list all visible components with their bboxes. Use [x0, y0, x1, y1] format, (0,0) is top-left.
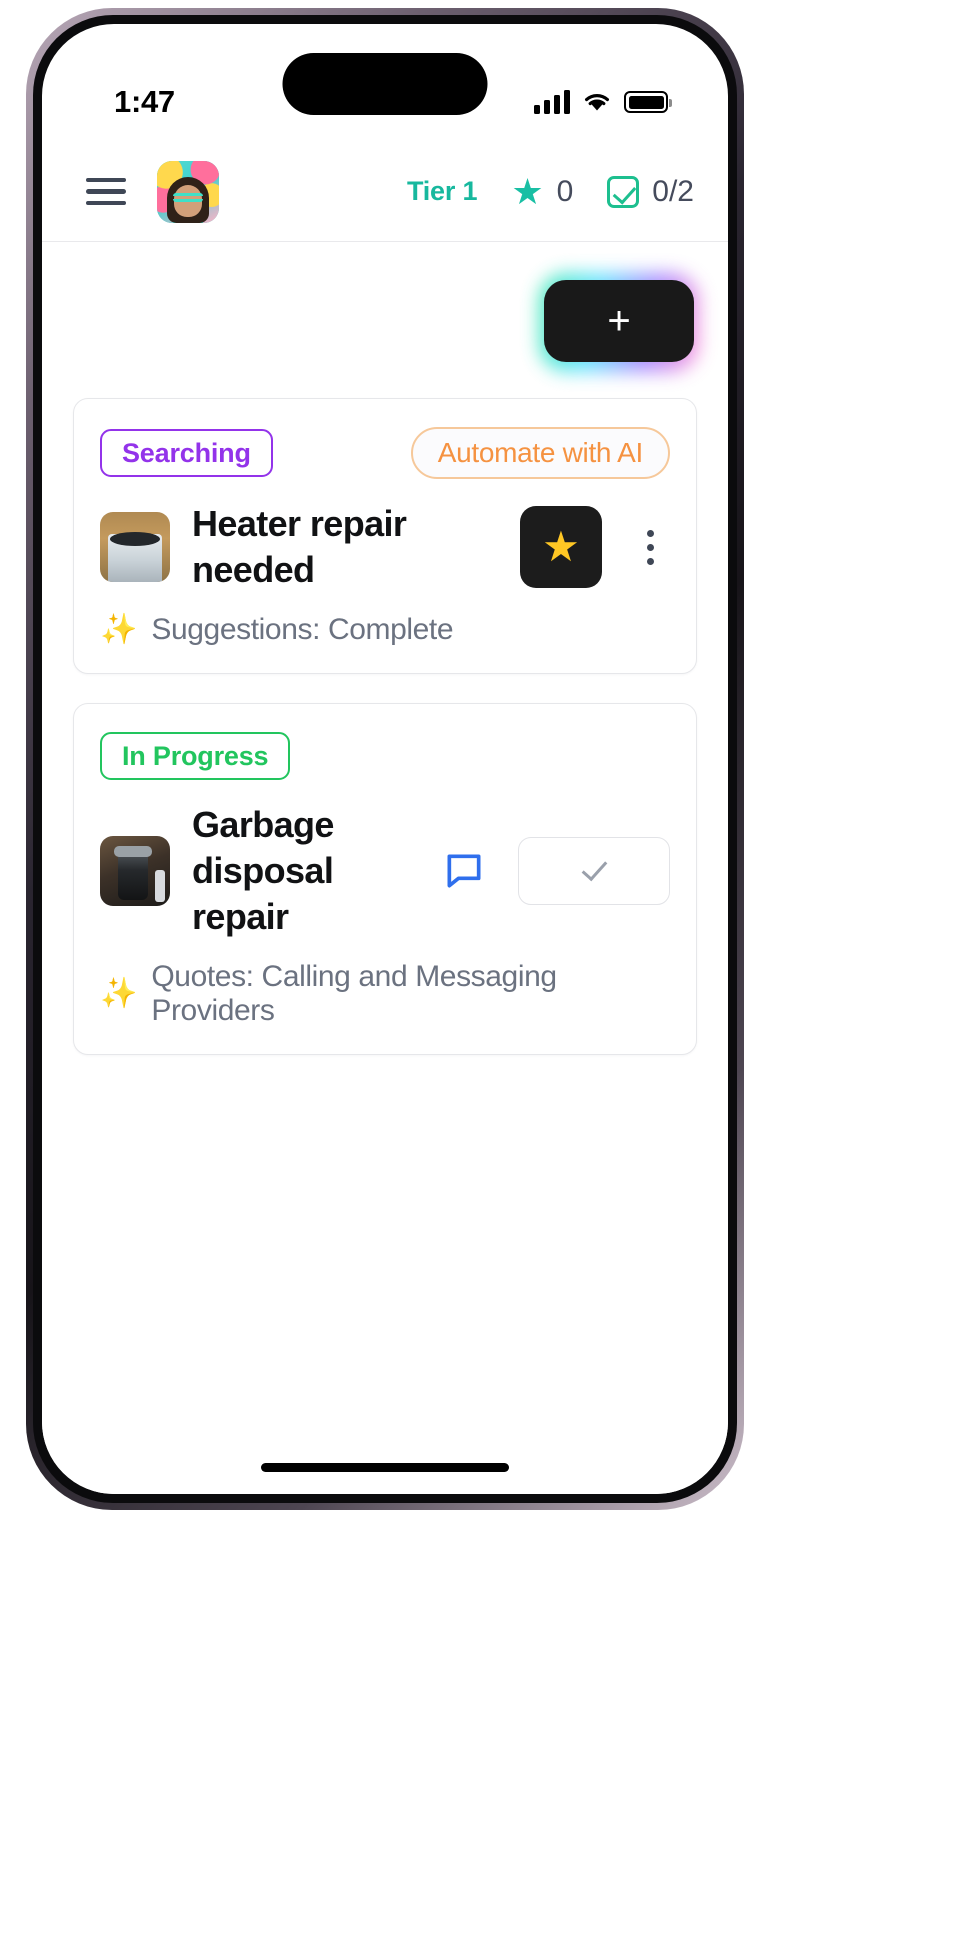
kebab-menu-icon[interactable] [630, 529, 670, 565]
task-card-header: In Progress [100, 732, 670, 781]
sparkles-icon: ✨ [100, 977, 138, 1011]
star-stat[interactable]: ★ 0 [511, 170, 574, 212]
phone-frame: 1:47 Tier 1 ★ 0 0/2 + Searching Automate… [26, 8, 744, 1510]
wifi-icon [585, 94, 609, 111]
task-count: 0/2 [652, 174, 694, 208]
star-icon: ★ [511, 170, 544, 212]
screenshot-root: 1:47 Tier 1 ★ 0 0/2 + Searching Automate… [0, 0, 967, 1958]
garbage-disposal-thumbnail [100, 836, 170, 907]
home-indicator[interactable] [261, 1463, 509, 1472]
tier-label: Tier 1 [406, 176, 478, 206]
task-card-footer: ✨ Suggestions: Complete [100, 613, 670, 647]
heater-unit-thumbnail [100, 512, 170, 583]
main-content: + Searching Automate with AI Heater repa… [42, 242, 728, 1494]
star-count: 0 [556, 174, 574, 208]
checkbox-check-icon [607, 175, 640, 208]
status-badge: Searching [100, 429, 273, 477]
task-stat[interactable]: 0/2 [607, 175, 694, 209]
task-status-text: Suggestions: Complete [151, 613, 454, 647]
task-card-footer: ✨ Quotes: Calling and Messaging Provider… [100, 960, 670, 1028]
add-task-button[interactable]: + [544, 280, 694, 362]
status-indicators [533, 90, 672, 114]
phone-bezel: 1:47 Tier 1 ★ 0 0/2 + Searching Automate… [33, 15, 737, 1503]
complete-task-button[interactable] [518, 837, 670, 906]
app-header: Tier 1 ★ 0 0/2 [42, 142, 728, 242]
task-card[interactable]: In Progress Garbage disposal repair ✨ Qu… [73, 703, 697, 1056]
phone-screen: 1:47 Tier 1 ★ 0 0/2 + Searching Automate… [42, 24, 728, 1494]
user-avatar[interactable] [157, 160, 219, 223]
star-filled-icon: ★ [542, 523, 580, 571]
sparkles-icon: ✨ [100, 613, 138, 647]
hamburger-menu-icon[interactable] [86, 177, 126, 206]
status-bar: 1:47 [42, 24, 728, 142]
automate-with-ai-button[interactable]: Automate with AI [410, 427, 670, 479]
favorite-task-button[interactable]: ★ [520, 506, 602, 589]
task-title: Garbage disposal repair [192, 804, 334, 938]
task-card-body: Garbage disposal repair [100, 802, 670, 940]
task-title: Heater repair needed [192, 503, 407, 591]
battery-icon [624, 91, 672, 113]
task-status-text: Quotes: Calling and Messaging Providers [151, 960, 557, 1028]
status-badge: In Progress [100, 732, 291, 781]
dynamic-island [282, 53, 488, 115]
task-card[interactable]: Searching Automate with AI Heater repair… [73, 398, 697, 675]
chat-bubble-icon[interactable] [442, 849, 486, 893]
fab-row: + [42, 242, 728, 372]
cellular-signal-icon [533, 90, 570, 114]
task-card-body: Heater repair needed ★ [100, 501, 670, 593]
task-list: Searching Automate with AI Heater repair… [42, 362, 728, 1056]
task-card-header: Searching Automate with AI [100, 427, 670, 479]
status-time: 1:47 [114, 84, 175, 119]
checkmark-icon [581, 854, 607, 882]
